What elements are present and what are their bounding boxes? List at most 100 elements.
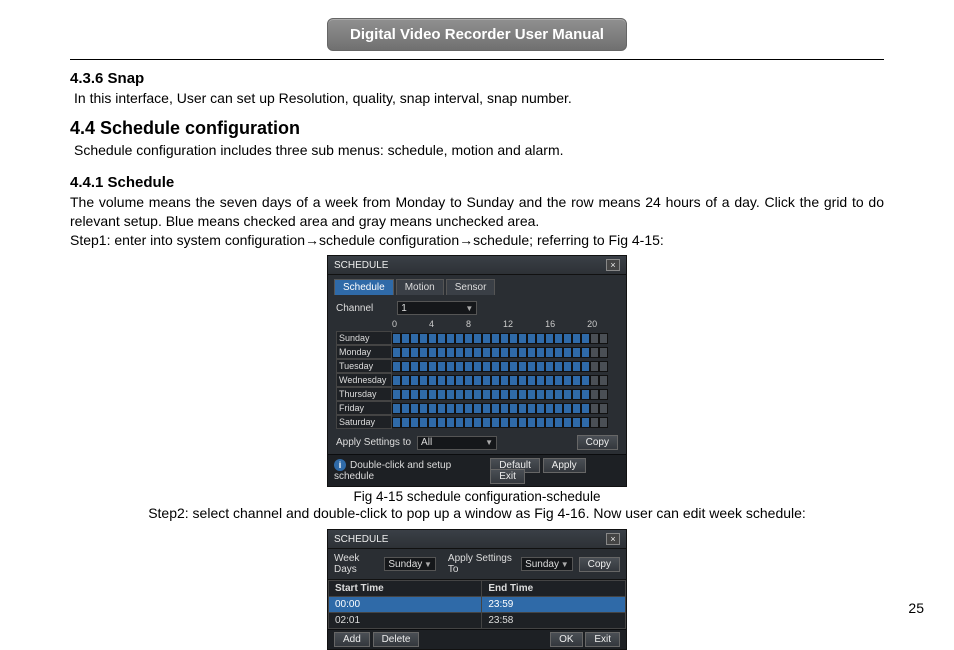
schedule-cell[interactable] bbox=[590, 361, 599, 372]
schedule-cell[interactable] bbox=[455, 417, 464, 428]
schedule-cell[interactable] bbox=[545, 375, 554, 386]
schedule-cell[interactable] bbox=[410, 417, 419, 428]
schedule-cell[interactable] bbox=[455, 361, 464, 372]
schedule-cell[interactable] bbox=[554, 417, 563, 428]
schedule-cell[interactable] bbox=[410, 375, 419, 386]
schedule-cell[interactable] bbox=[536, 403, 545, 414]
schedule-cell[interactable] bbox=[410, 333, 419, 344]
schedule-cell[interactable] bbox=[545, 403, 554, 414]
schedule-cell[interactable] bbox=[599, 417, 608, 428]
schedule-cell[interactable] bbox=[581, 417, 590, 428]
schedule-cell[interactable] bbox=[392, 375, 401, 386]
schedule-cell[interactable] bbox=[572, 417, 581, 428]
schedule-cell[interactable] bbox=[554, 347, 563, 358]
schedule-cell[interactable] bbox=[599, 347, 608, 358]
schedule-cell[interactable] bbox=[554, 375, 563, 386]
schedule-cell[interactable] bbox=[527, 389, 536, 400]
ok-button[interactable]: OK bbox=[550, 632, 582, 647]
schedule-cell[interactable] bbox=[518, 403, 527, 414]
schedule-cell[interactable] bbox=[554, 333, 563, 344]
schedule-cell[interactable] bbox=[428, 333, 437, 344]
schedule-cell[interactable] bbox=[437, 417, 446, 428]
schedule-cell[interactable] bbox=[581, 347, 590, 358]
schedule-cell[interactable] bbox=[392, 403, 401, 414]
tab-schedule[interactable]: Schedule bbox=[334, 279, 394, 295]
schedule-cell[interactable] bbox=[437, 361, 446, 372]
schedule-cell[interactable] bbox=[491, 403, 500, 414]
channel-select[interactable]: 1 ▼ bbox=[397, 301, 477, 315]
add-button[interactable]: Add bbox=[334, 632, 370, 647]
schedule-cell[interactable] bbox=[482, 417, 491, 428]
schedule-cell[interactable] bbox=[410, 347, 419, 358]
schedule-cell[interactable] bbox=[536, 375, 545, 386]
schedule-cell[interactable] bbox=[536, 333, 545, 344]
schedule-cell[interactable] bbox=[500, 417, 509, 428]
schedule-cell[interactable] bbox=[401, 403, 410, 414]
schedule-cell[interactable] bbox=[509, 417, 518, 428]
schedule-cell[interactable] bbox=[572, 333, 581, 344]
schedule-cell[interactable] bbox=[527, 347, 536, 358]
schedule-cell[interactable] bbox=[428, 375, 437, 386]
schedule-cell[interactable] bbox=[491, 389, 500, 400]
schedule-cell[interactable] bbox=[500, 347, 509, 358]
copy-button[interactable]: Copy bbox=[579, 557, 620, 572]
schedule-cell[interactable] bbox=[500, 389, 509, 400]
exit-button[interactable]: Exit bbox=[490, 469, 525, 484]
schedule-cell[interactable] bbox=[446, 361, 455, 372]
schedule-cell[interactable] bbox=[473, 361, 482, 372]
schedule-cell[interactable] bbox=[563, 347, 572, 358]
schedule-cell[interactable] bbox=[572, 347, 581, 358]
schedule-cell[interactable] bbox=[464, 389, 473, 400]
schedule-cell[interactable] bbox=[554, 403, 563, 414]
schedule-cell[interactable] bbox=[482, 333, 491, 344]
schedule-cell[interactable] bbox=[500, 333, 509, 344]
schedule-cell[interactable] bbox=[563, 333, 572, 344]
schedule-cell[interactable] bbox=[581, 389, 590, 400]
schedule-cell[interactable] bbox=[446, 333, 455, 344]
schedule-cell[interactable] bbox=[491, 375, 500, 386]
schedule-cell[interactable] bbox=[437, 347, 446, 358]
schedule-cell[interactable] bbox=[446, 347, 455, 358]
schedule-cell[interactable] bbox=[473, 403, 482, 414]
schedule-cell[interactable] bbox=[410, 403, 419, 414]
schedule-cell[interactable] bbox=[581, 361, 590, 372]
schedule-cell[interactable] bbox=[536, 389, 545, 400]
schedule-cell[interactable] bbox=[464, 333, 473, 344]
schedule-cell[interactable] bbox=[392, 361, 401, 372]
schedule-cell[interactable] bbox=[590, 375, 599, 386]
schedule-cell[interactable] bbox=[482, 361, 491, 372]
schedule-cell[interactable] bbox=[536, 417, 545, 428]
schedule-cell[interactable] bbox=[455, 403, 464, 414]
schedule-cell[interactable] bbox=[428, 389, 437, 400]
schedule-cell[interactable] bbox=[464, 417, 473, 428]
table-row[interactable]: 00:00 23:59 bbox=[329, 597, 626, 613]
schedule-cell[interactable] bbox=[509, 389, 518, 400]
schedule-cell[interactable] bbox=[545, 333, 554, 344]
schedule-cell[interactable] bbox=[392, 333, 401, 344]
schedule-cell[interactable] bbox=[419, 375, 428, 386]
schedule-cell[interactable] bbox=[518, 417, 527, 428]
copy-button[interactable]: Copy bbox=[577, 435, 618, 450]
schedule-cell[interactable] bbox=[482, 347, 491, 358]
schedule-cell[interactable] bbox=[527, 375, 536, 386]
schedule-cell[interactable] bbox=[446, 375, 455, 386]
schedule-cell[interactable] bbox=[518, 375, 527, 386]
schedule-cell[interactable] bbox=[464, 347, 473, 358]
schedule-cell[interactable] bbox=[401, 347, 410, 358]
schedule-cell[interactable] bbox=[509, 403, 518, 414]
tab-sensor[interactable]: Sensor bbox=[446, 279, 496, 295]
schedule-cell[interactable] bbox=[536, 347, 545, 358]
schedule-cell[interactable] bbox=[446, 403, 455, 414]
schedule-cell[interactable] bbox=[419, 403, 428, 414]
schedule-grid[interactable]: SundayMondayTuesdayWednesdayThursdayFrid… bbox=[336, 331, 618, 429]
schedule-cell[interactable] bbox=[473, 417, 482, 428]
schedule-cell[interactable] bbox=[455, 333, 464, 344]
schedule-cell[interactable] bbox=[491, 361, 500, 372]
schedule-cell[interactable] bbox=[545, 347, 554, 358]
weekdays-select[interactable]: Sunday ▼ bbox=[384, 557, 436, 571]
schedule-cell[interactable] bbox=[509, 361, 518, 372]
schedule-cell[interactable] bbox=[509, 333, 518, 344]
schedule-cell[interactable] bbox=[563, 403, 572, 414]
schedule-cell[interactable] bbox=[554, 389, 563, 400]
apply-settings-select[interactable]: Sunday ▼ bbox=[521, 557, 573, 571]
